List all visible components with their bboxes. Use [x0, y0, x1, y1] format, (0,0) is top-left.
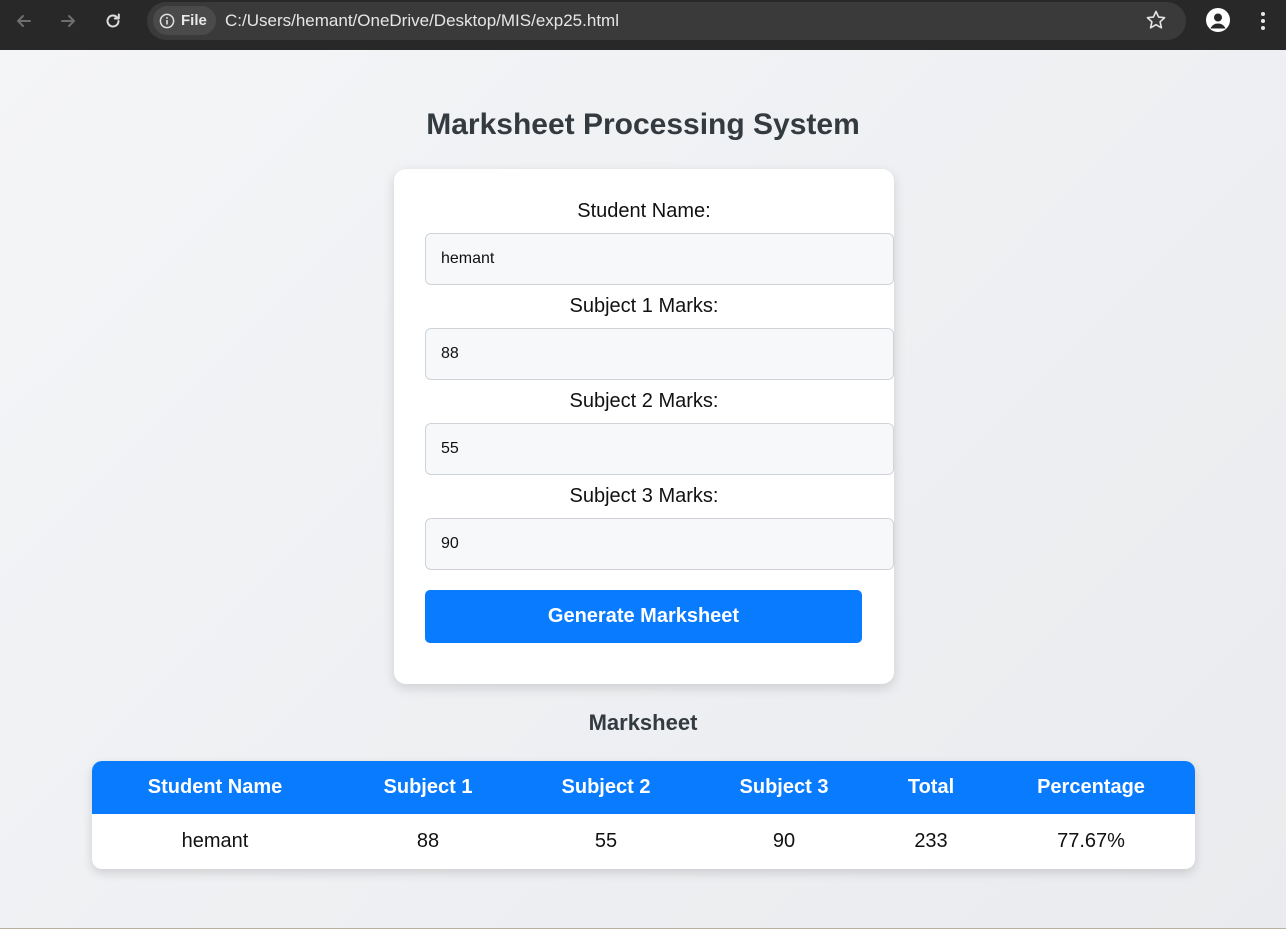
file-chip-label: File: [181, 12, 207, 29]
cell-percentage: 77.67%: [1057, 830, 1125, 852]
subject1-input[interactable]: [425, 328, 894, 380]
dot-icon: [1261, 12, 1265, 16]
subject3-input[interactable]: [425, 518, 894, 570]
subject2-label: Subject 2 Marks:: [569, 390, 719, 412]
reload-icon: [106, 13, 120, 28]
marks-form: Student Name: Subject 1 Marks: Subject 2…: [394, 169, 894, 684]
address-bar[interactable]: File C:/Users/hemant/OneDrive/Desktop/MI…: [147, 2, 1186, 40]
marksheet-table: Student Name Subject 1 Subject 2 Subject…: [92, 761, 1195, 869]
url-text[interactable]: C:/Users/hemant/OneDrive/Desktop/MIS/exp…: [225, 11, 619, 31]
forward-button[interactable]: [54, 8, 82, 34]
dot-icon: [1261, 26, 1265, 30]
reload-button[interactable]: [99, 8, 127, 34]
more-menu-button[interactable]: [1252, 8, 1274, 34]
person-icon: [1210, 13, 1226, 29]
arrow-left-icon: [17, 15, 31, 27]
subject1-label: Subject 1 Marks:: [569, 295, 719, 317]
subject2-input[interactable]: [425, 423, 894, 475]
table-header-row: Student Name Subject 1 Subject 2 Subject…: [92, 761, 1195, 814]
cell-student-name: hemant: [181, 830, 249, 852]
page-title: Marksheet Processing System: [426, 108, 860, 141]
marksheet-title: Marksheet: [588, 710, 698, 735]
header-percentage: Percentage: [1037, 776, 1145, 798]
generate-marksheet-button[interactable]: Generate Marksheet: [425, 590, 862, 643]
site-info-chip[interactable]: File: [153, 6, 216, 35]
arrow-right-icon: [61, 15, 75, 27]
back-button[interactable]: [10, 8, 38, 34]
page-body: Marksheet Processing System Student Name…: [0, 50, 1286, 929]
student-name-input[interactable]: [425, 233, 894, 285]
header-student-name: Student Name: [147, 776, 283, 798]
bookmark-button[interactable]: [1145, 9, 1167, 36]
info-icon: [159, 13, 175, 28]
student-name-label: Student Name:: [577, 200, 711, 222]
profile-button[interactable]: [1206, 8, 1230, 32]
browser-toolbar: File C:/Users/hemant/OneDrive/Desktop/MI…: [0, 0, 1286, 50]
star-icon: [1146, 10, 1166, 29]
dot-icon: [1261, 19, 1265, 23]
subject3-label: Subject 3 Marks:: [569, 485, 719, 507]
